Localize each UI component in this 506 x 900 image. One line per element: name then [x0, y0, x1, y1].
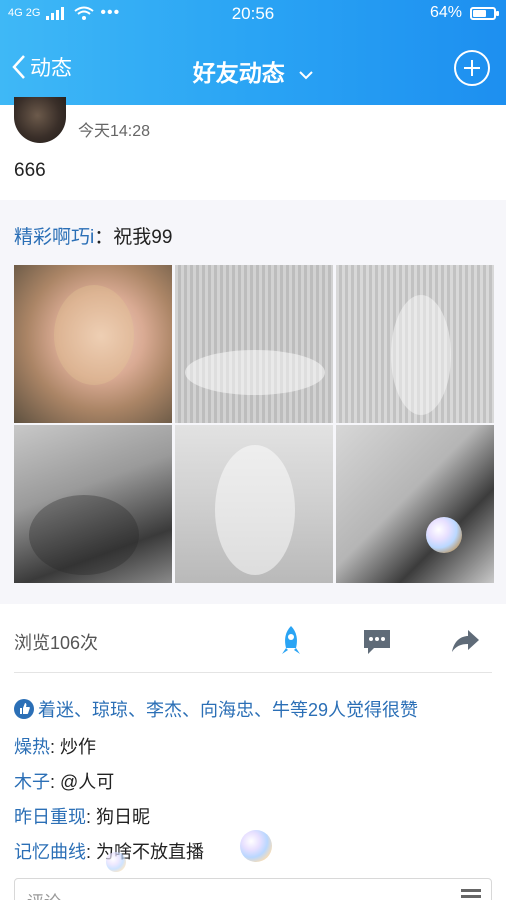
bubble-decoration — [106, 852, 126, 872]
page-title: 好友动态 — [192, 60, 285, 86]
bubble-decoration — [426, 517, 462, 553]
forwarded-post[interactable]: 精彩啊巧i：祝我99 — [0, 200, 506, 604]
photo-thumbnail[interactable] — [14, 425, 172, 583]
status-bar: 4G 2G ••• 20:56 64% — [0, 0, 506, 28]
battery-icon — [470, 6, 499, 20]
photo-thumbnail[interactable] — [175, 265, 333, 423]
bubble-decoration — [240, 830, 272, 862]
comment-placeholder: 评论 — [27, 888, 61, 900]
divider — [14, 672, 492, 673]
comment-icon[interactable] — [360, 624, 394, 658]
comment-author[interactable]: 木子 — [14, 772, 50, 792]
comment-item[interactable]: 木子: @人可 — [14, 768, 114, 794]
photo-grid — [14, 265, 494, 583]
forward-separator: ： — [94, 227, 114, 248]
comment-item[interactable]: 燥热: 炒作 — [14, 733, 96, 759]
forward-author-link[interactable]: 精彩啊巧i — [14, 227, 94, 248]
post-text: 666 — [14, 160, 46, 181]
add-post-button[interactable] — [454, 50, 490, 86]
comment-item[interactable]: 昨日重现: 狗日昵 — [14, 803, 150, 829]
likes-summary[interactable]: 着迷、琼琼、李杰、向海忠、牛等29人觉得很赞 — [14, 696, 418, 722]
battery-status: 64% — [429, 4, 499, 22]
forward-text: 祝我99 — [113, 227, 173, 248]
post-stats-bar: 浏览106次 — [0, 612, 506, 670]
photo-thumbnail[interactable] — [175, 425, 333, 583]
post-timestamp: 今天14:28 — [78, 123, 151, 140]
photo-thumbnail[interactable] — [336, 425, 494, 583]
thumbs-up-icon — [14, 699, 34, 719]
photo-thumbnail[interactable] — [14, 265, 172, 423]
post-header: 今天14:28 — [0, 97, 506, 145]
page-title-dropdown[interactable]: 好友动态 — [0, 54, 506, 88]
likes-text: 着迷、琼琼、李杰、向海忠、牛等29人觉得很赞 — [38, 700, 419, 720]
avatar[interactable] — [14, 97, 66, 143]
forward-caption: 精彩啊巧i：祝我99 — [14, 222, 172, 249]
comment-text: 炒作 — [60, 737, 97, 757]
comment-input[interactable]: 评论 — [14, 878, 492, 900]
app-header: 4G 2G ••• 20:56 64% 动态 好友动态 — [0, 0, 506, 105]
battery-percent: 64% — [429, 4, 462, 21]
comment-text: @人可 — [60, 772, 115, 792]
share-icon[interactable] — [448, 624, 482, 658]
menu-icon[interactable] — [461, 889, 481, 900]
rocket-icon[interactable] — [274, 624, 308, 658]
comment-author[interactable]: 燥热 — [14, 737, 50, 757]
comment-author[interactable]: 昨日重现 — [14, 807, 86, 827]
photo-thumbnail[interactable] — [336, 265, 494, 423]
nav-bar: 动态 好友动态 — [0, 38, 506, 100]
comment-author[interactable]: 记忆曲线 — [14, 842, 86, 862]
view-count: 浏览106次 — [14, 633, 99, 653]
comment-text: 狗日昵 — [96, 807, 151, 827]
chevron-down-icon — [299, 71, 313, 80]
